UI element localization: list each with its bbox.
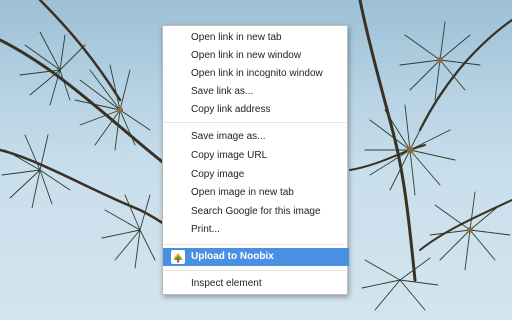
menu-item-copy-link-address[interactable]: Copy link address [163, 101, 349, 119]
menu-item-upload-to-noobix[interactable]: Upload to Noobix [163, 248, 349, 266]
menu-item-save-link-as[interactable]: Save link as... [163, 83, 349, 101]
menu-item-print[interactable]: Print... [163, 221, 349, 239]
menu-item-open-link-new-tab[interactable]: Open link in new tab [163, 29, 349, 47]
menu-item-inspect-element[interactable]: Inspect element [163, 275, 349, 293]
menu-item-label: Upload to Noobix [191, 251, 274, 262]
menu-item-copy-image[interactable]: Copy image [163, 166, 349, 184]
noobix-icon [171, 250, 185, 264]
menu-item-copy-image-url[interactable]: Copy image URL [163, 147, 349, 165]
menu-item-open-link-incognito[interactable]: Open link in incognito window [163, 65, 349, 83]
menu-item-save-image-as[interactable]: Save image as... [163, 128, 349, 146]
menu-item-search-google-image[interactable]: Search Google for this image [163, 203, 349, 221]
menu-item-open-link-new-window[interactable]: Open link in new window [163, 47, 349, 65]
menu-item-open-image-new-tab[interactable]: Open image in new tab [163, 184, 349, 202]
menu-separator [164, 122, 346, 123]
menu-separator [164, 244, 346, 245]
context-menu: Open link in new tab Open link in new wi… [162, 25, 349, 295]
menu-separator [164, 270, 346, 271]
